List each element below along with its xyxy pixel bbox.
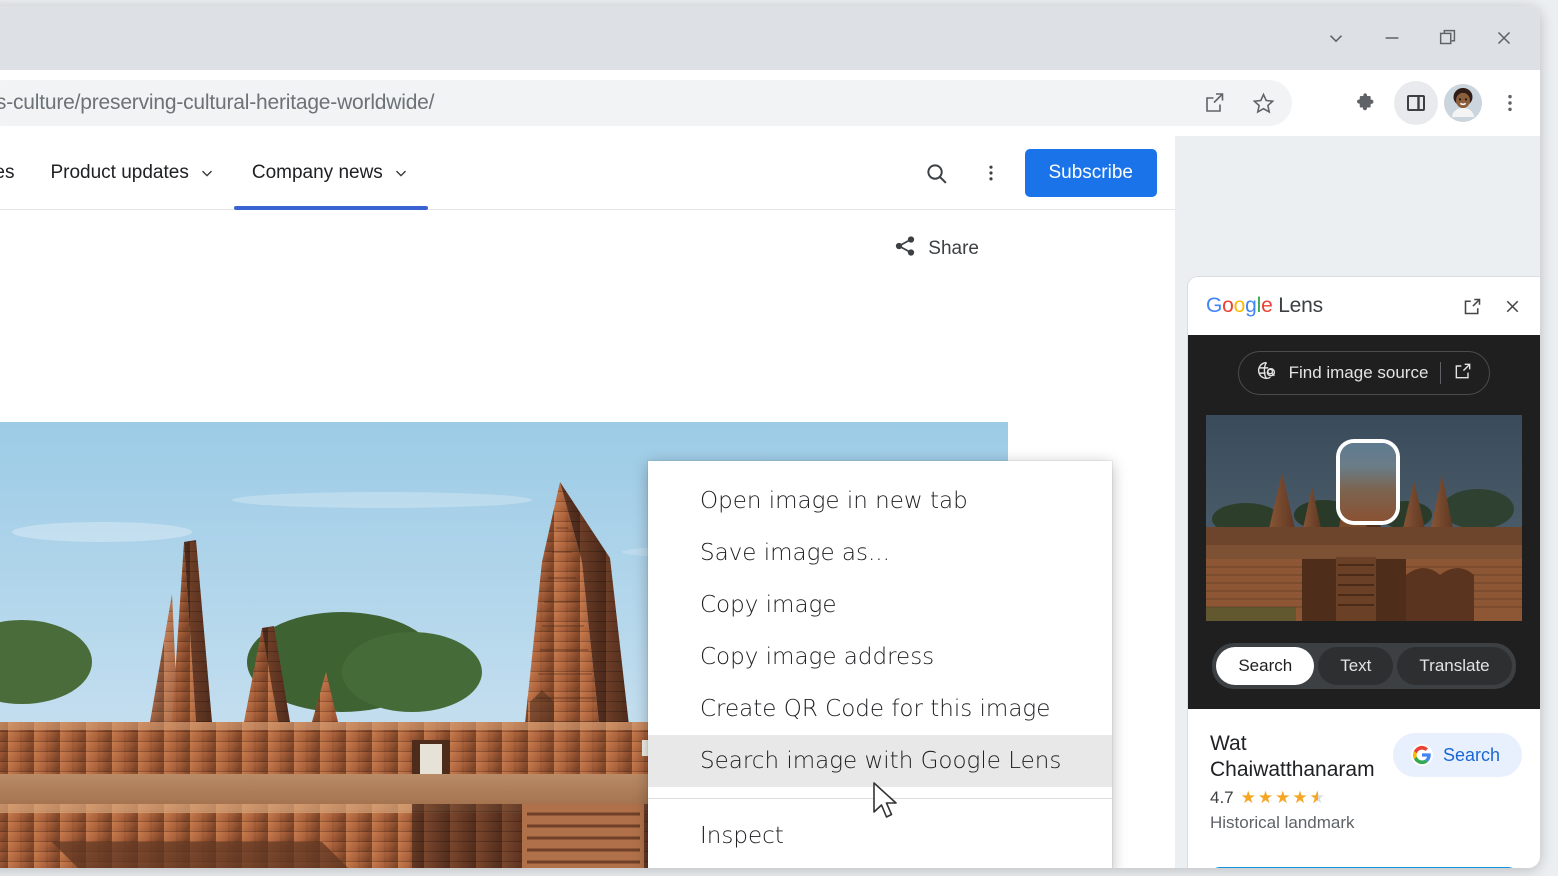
more-vertical-icon[interactable] [971, 153, 1011, 193]
star-icon: ★ [1292, 788, 1308, 808]
star-icon: ★ [1275, 788, 1291, 808]
lens-source-thumbnail[interactable] [1206, 415, 1522, 621]
star-icon: ★ [1258, 788, 1274, 808]
close-icon[interactable] [1494, 288, 1530, 324]
share-nodes-icon [893, 234, 917, 264]
menu-item-open-image-new-tab[interactable]: Open image in new tab [648, 475, 1112, 527]
globe-search-icon [1256, 360, 1277, 386]
lens-header-actions [1454, 288, 1530, 324]
lens-title-suffix: Lens [1278, 294, 1323, 317]
result-photo-card[interactable] [1210, 867, 1518, 868]
nav-item-company-news[interactable]: Company news [234, 136, 428, 210]
tab-search[interactable]: Search [1216, 647, 1314, 685]
google-lens-logo: Google Lens [1206, 294, 1323, 318]
google-g-icon [1411, 744, 1433, 766]
open-in-new-icon[interactable] [1454, 288, 1490, 324]
bookmark-star-icon[interactable] [1246, 86, 1280, 120]
side-panel-icon[interactable] [1394, 81, 1438, 125]
profile-avatar[interactable] [1444, 84, 1482, 122]
result-category: Historical landmark [1210, 813, 1520, 833]
extensions-puzzle-icon[interactable] [1344, 81, 1388, 125]
browser-viewport: tories Product updates Company news [0, 136, 1540, 868]
rating-row: 4.7 ★★★★★ [1210, 788, 1520, 808]
minimize-icon[interactable] [1364, 15, 1420, 61]
restore-window-icon[interactable] [1420, 15, 1476, 61]
article-share-row: Share [0, 210, 1175, 288]
window-title-bar [0, 6, 1540, 70]
share-button[interactable]: Share [893, 234, 979, 264]
menu-item-save-image-as[interactable]: Save image as... [648, 527, 1112, 579]
nav-item-product-updates[interactable]: Product updates [32, 136, 233, 210]
menu-item-copy-image[interactable]: Copy image [648, 579, 1112, 631]
tab-translate[interactable]: Translate [1397, 647, 1511, 685]
url-text[interactable]: arts-culture/preserving-cultural-heritag… [0, 91, 434, 115]
site-header: tories Product updates Company news [0, 136, 1175, 210]
result-title: Wat Chaiwatthanaram [1210, 731, 1400, 782]
star-icon: ★ [1241, 788, 1257, 808]
omnibox-actions [1198, 80, 1280, 126]
window-controls [1308, 6, 1532, 70]
tab-text[interactable]: Text [1318, 647, 1393, 685]
star-half-icon: ★ [1310, 788, 1326, 808]
find-image-source-label: Find image source [1289, 363, 1429, 383]
google-lens-side-panel: Google Lens [1188, 277, 1540, 868]
google-search-button[interactable]: Search [1393, 733, 1522, 777]
lens-panel-header: Google Lens [1188, 277, 1540, 335]
share-icon[interactable] [1198, 86, 1232, 120]
open-in-new-icon[interactable] [1453, 361, 1473, 386]
selection-highlight [1340, 443, 1396, 521]
chevron-down-icon [198, 164, 216, 182]
sidebar-item-stories[interactable]: tories [0, 136, 32, 210]
menu-item-search-image-with-google-lens[interactable]: Search image with Google Lens [648, 735, 1112, 787]
toolbar-right-icons [1344, 70, 1532, 136]
lens-mode-tabs: Search Text Translate [1188, 643, 1540, 689]
google-search-label: Search [1443, 745, 1500, 766]
menu-item-create-qr-code[interactable]: Create QR Code for this image [648, 683, 1112, 735]
mouse-cursor [871, 781, 901, 828]
browser-menu-icon[interactable] [1488, 81, 1532, 125]
browser-window: arts-culture/preserving-cultural-heritag… [0, 6, 1540, 868]
nav-label-stories: tories [0, 162, 14, 184]
nav-label-company-news: Company news [252, 162, 383, 184]
share-label: Share [928, 238, 979, 260]
find-image-source-button[interactable]: Find image source [1238, 351, 1491, 395]
tab-search-chevron-down-icon[interactable] [1308, 15, 1364, 61]
divider [1440, 362, 1441, 384]
star-rating: ★★★★★ [1241, 788, 1326, 808]
lens-result-card: Wat Chaiwatthanaram 4.7 ★★★★★ Historical… [1188, 709, 1540, 833]
search-icon[interactable] [917, 153, 957, 193]
lens-selection-box[interactable] [1340, 443, 1396, 521]
rating-value: 4.7 [1210, 788, 1234, 808]
lens-image-region: Find image source [1188, 335, 1540, 709]
result-temple-photo [1210, 867, 1518, 868]
subscribe-button[interactable]: Subscribe [1025, 149, 1158, 197]
chevron-down-icon [392, 164, 410, 182]
site-nav: tories Product updates Company news [0, 136, 428, 210]
nav-label-product-updates: Product updates [50, 162, 188, 184]
close-window-icon[interactable] [1476, 15, 1532, 61]
site-header-actions: Subscribe [917, 136, 1158, 210]
address-bar[interactable]: arts-culture/preserving-cultural-heritag… [0, 80, 1292, 126]
browser-toolbar: arts-culture/preserving-cultural-heritag… [0, 70, 1540, 136]
menu-item-copy-image-address[interactable]: Copy image address [648, 631, 1112, 683]
